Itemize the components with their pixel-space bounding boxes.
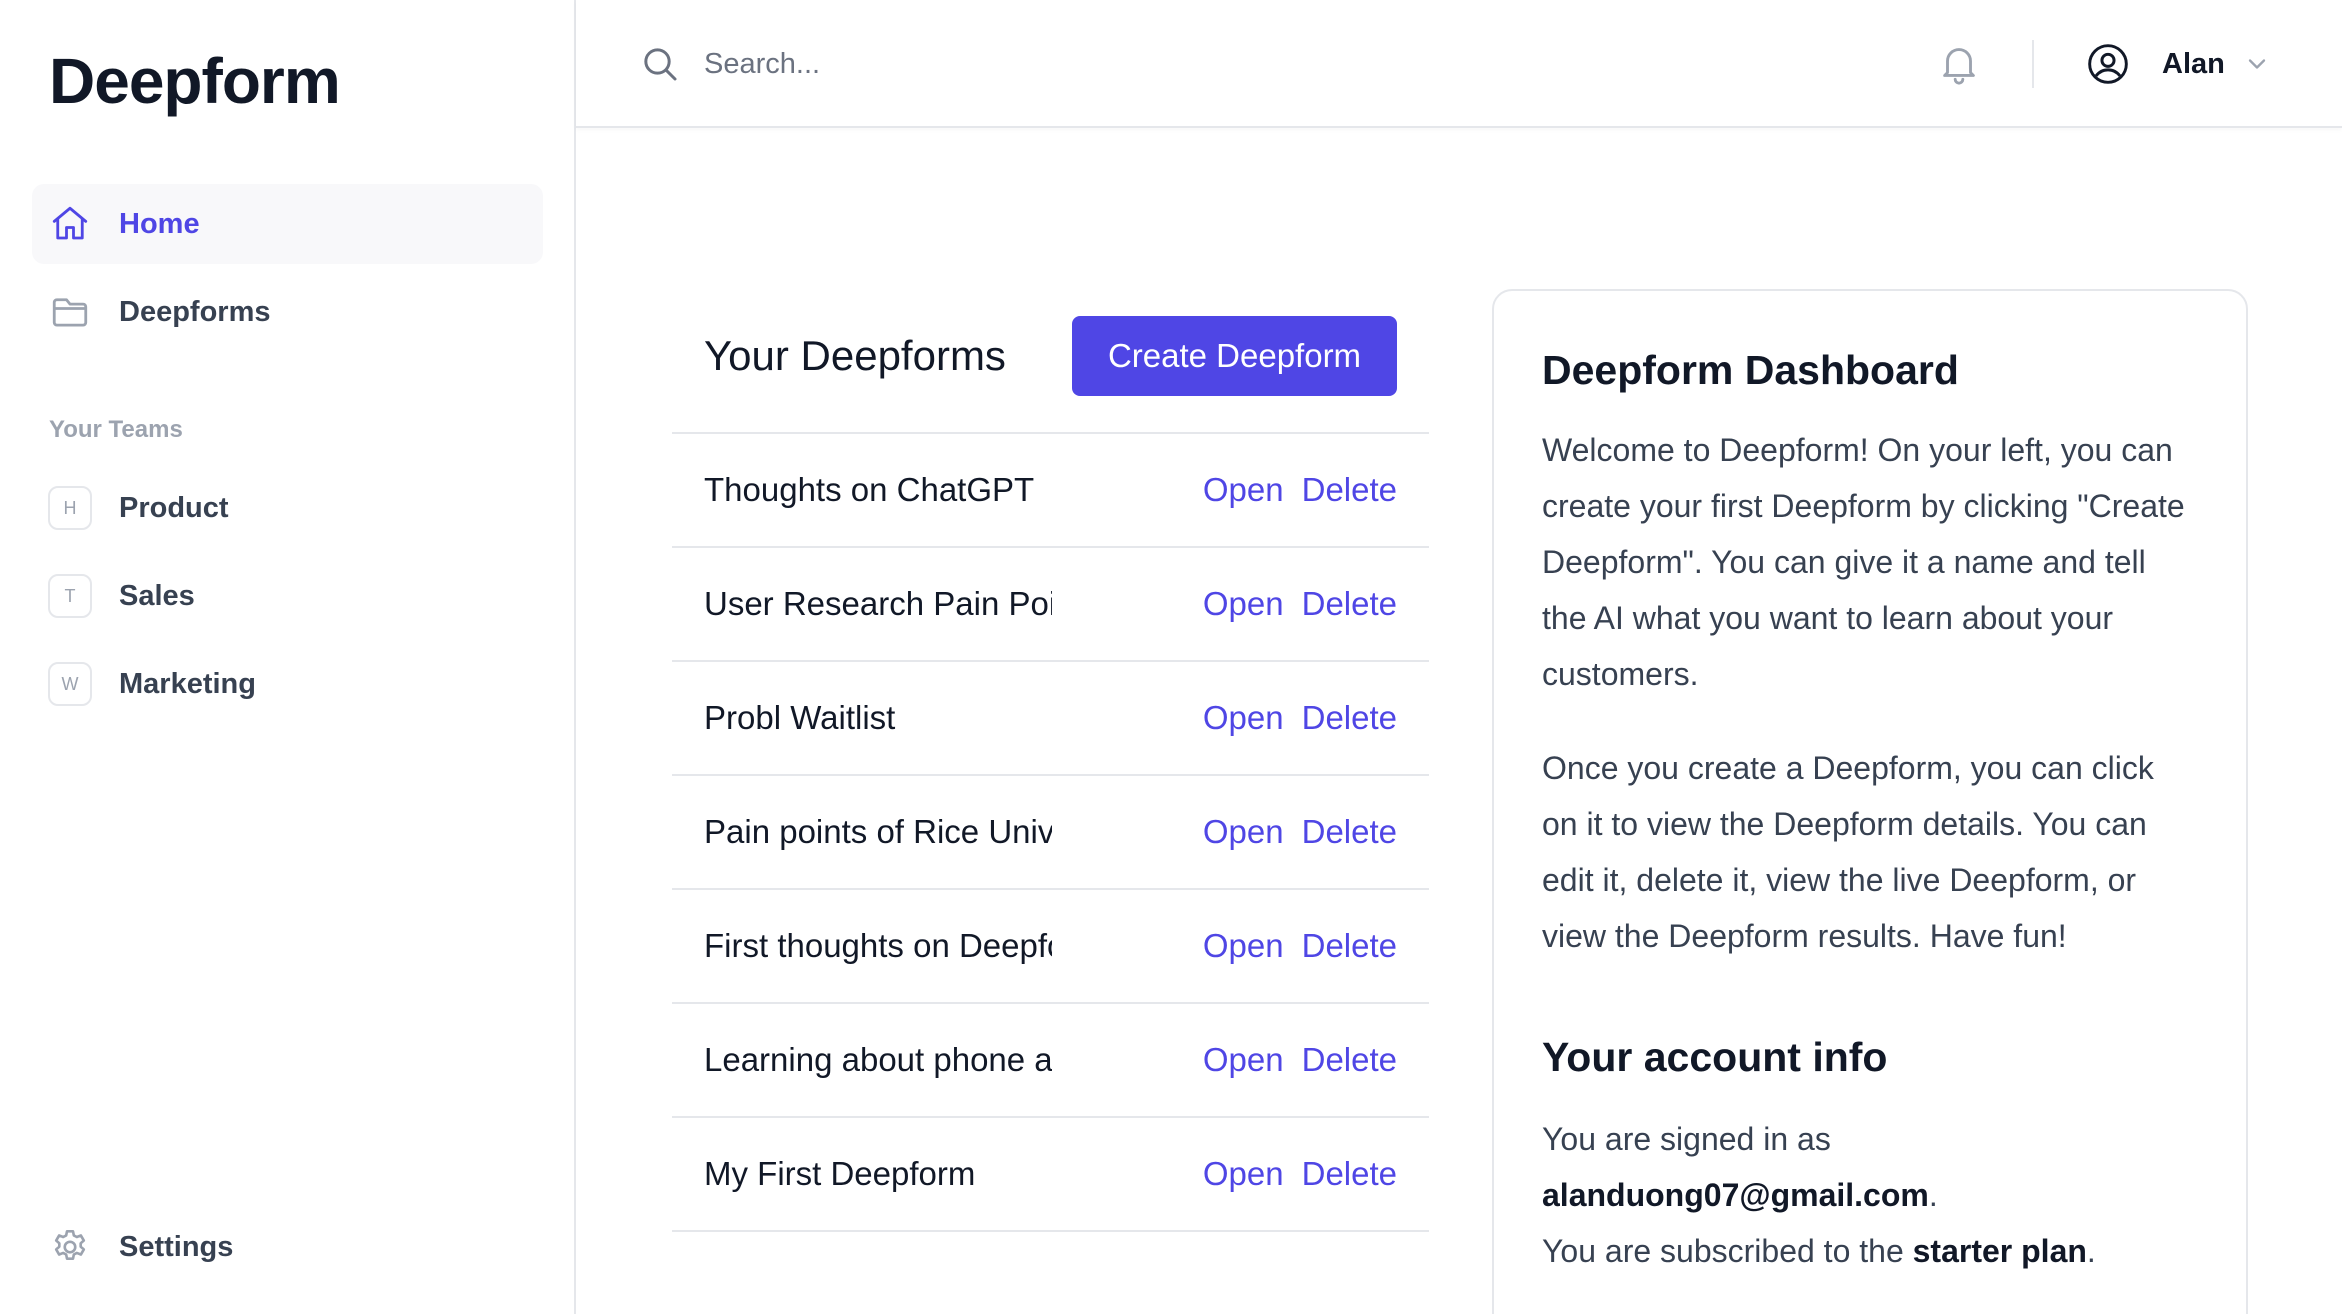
sidebar: Deepform Home Deepforms Your Teams H Pro… [0, 0, 576, 1314]
open-link[interactable]: Open [1203, 471, 1284, 509]
user-menu[interactable]: Alan [2086, 36, 2271, 92]
sidebar-item-label: Home [119, 207, 200, 240]
deepform-name[interactable]: Pain points of Rice University [704, 813, 1052, 851]
sidebar-item-label: Deepforms [119, 295, 271, 328]
open-link[interactable]: Open [1203, 585, 1284, 623]
table-row: User Research Pain Points Open Delete [672, 548, 1429, 662]
plan-suffix: . [2086, 1233, 2096, 1269]
delete-link[interactable]: Delete [1302, 1041, 1397, 1079]
deepform-name[interactable]: First thoughts on Deepform [704, 927, 1052, 965]
open-link[interactable]: Open [1203, 927, 1284, 965]
dashboard-intro-text: Welcome to Deepform! On your left, you c… [1542, 432, 2185, 692]
deepforms-list: Your Deepforms Create Deepform Thoughts … [672, 300, 1429, 1232]
open-link[interactable]: Open [1203, 1041, 1284, 1079]
email-period: . [1928, 1177, 1938, 1213]
team-label: Marketing [119, 667, 256, 700]
teams-list: H Product T Sales W Marketing [32, 468, 543, 732]
team-label: Sales [119, 579, 195, 612]
account-email: alanduong07@gmail.com [1542, 1177, 1929, 1213]
team-initial-badge: W [48, 662, 92, 706]
team-item-product[interactable]: H Product [32, 468, 543, 548]
team-item-marketing[interactable]: W Marketing [32, 644, 543, 724]
deepform-name[interactable]: My First Deepform [704, 1155, 1052, 1193]
row-actions: Open Delete [1203, 585, 1397, 623]
bell-icon[interactable] [1936, 40, 1982, 86]
team-label: Product [119, 491, 229, 524]
delete-link[interactable]: Delete [1302, 699, 1397, 737]
header-divider [2032, 40, 2034, 88]
row-actions: Open Delete [1203, 813, 1397, 851]
deepform-name[interactable]: Thoughts on ChatGPT [704, 471, 1052, 509]
table-row: Learning about phone addiction Open Dele… [672, 1004, 1429, 1118]
settings-label: Settings [119, 1230, 234, 1263]
dashboard-help-text: Once you create a Deepform, you can clic… [1542, 750, 2154, 954]
sidebar-item-deepforms[interactable]: Deepforms [32, 272, 543, 352]
chevron-down-icon [2243, 50, 2271, 78]
account-info-text: You are signed in as alanduong07@gmail.c… [1542, 1111, 2198, 1279]
signed-in-prefix: You are signed in as [1542, 1121, 1831, 1157]
table-row: Probl Waitlist Open Delete [672, 662, 1429, 776]
search-input[interactable] [704, 34, 1304, 94]
team-initial-badge: H [48, 486, 92, 530]
delete-link[interactable]: Delete [1302, 813, 1397, 851]
page-title: Your Deepforms [704, 332, 1006, 379]
sidebar-nav: Home Deepforms [32, 184, 543, 360]
deepform-name[interactable]: Probl Waitlist [704, 699, 1052, 737]
table-row: Thoughts on ChatGPT Open Delete [672, 434, 1429, 548]
table-row: My First Deepform Open Delete [672, 1118, 1429, 1232]
top-header: Alan [576, 0, 2342, 128]
delete-link[interactable]: Delete [1302, 927, 1397, 965]
delete-link[interactable]: Delete [1302, 471, 1397, 509]
plan-prefix: You are subscribed to the [1542, 1233, 1904, 1269]
delete-link[interactable]: Delete [1302, 1155, 1397, 1193]
search-icon [640, 44, 680, 84]
user-name: Alan [2162, 47, 2225, 80]
row-actions: Open Delete [1203, 1155, 1397, 1193]
deepform-name[interactable]: Learning about phone addiction [704, 1041, 1052, 1079]
user-avatar-icon [2086, 42, 2130, 86]
row-actions: Open Delete [1203, 927, 1397, 965]
teams-section-title: Your Teams [49, 416, 183, 443]
delete-link[interactable]: Delete [1302, 585, 1397, 623]
home-icon [48, 202, 92, 246]
team-initial-badge: T [48, 574, 92, 618]
sidebar-item-settings[interactable]: Settings [32, 1207, 543, 1287]
sidebar-item-home[interactable]: Home [32, 184, 543, 264]
app-logo[interactable]: Deepform [49, 44, 341, 118]
list-header: Your Deepforms Create Deepform [672, 300, 1429, 434]
open-link[interactable]: Open [1203, 1155, 1284, 1193]
row-actions: Open Delete [1203, 699, 1397, 737]
folder-icon [48, 290, 92, 334]
account-info-title: Your account info [1542, 1034, 1888, 1080]
row-actions: Open Delete [1203, 1041, 1397, 1079]
create-deepform-button[interactable]: Create Deepform [1072, 316, 1397, 396]
deepform-name[interactable]: User Research Pain Points [704, 585, 1052, 623]
gear-icon [48, 1225, 92, 1269]
plan-name: starter plan [1912, 1233, 2087, 1269]
team-item-sales[interactable]: T Sales [32, 556, 543, 636]
row-actions: Open Delete [1203, 471, 1397, 509]
open-link[interactable]: Open [1203, 699, 1284, 737]
table-row: Pain points of Rice University Open Dele… [672, 776, 1429, 890]
dashboard-card: Deepform Dashboard Welcome to Deepform! … [1492, 289, 2248, 1314]
dashboard-title: Deepform Dashboard [1542, 347, 1959, 393]
table-row: First thoughts on Deepform Open Delete [672, 890, 1429, 1004]
open-link[interactable]: Open [1203, 813, 1284, 851]
